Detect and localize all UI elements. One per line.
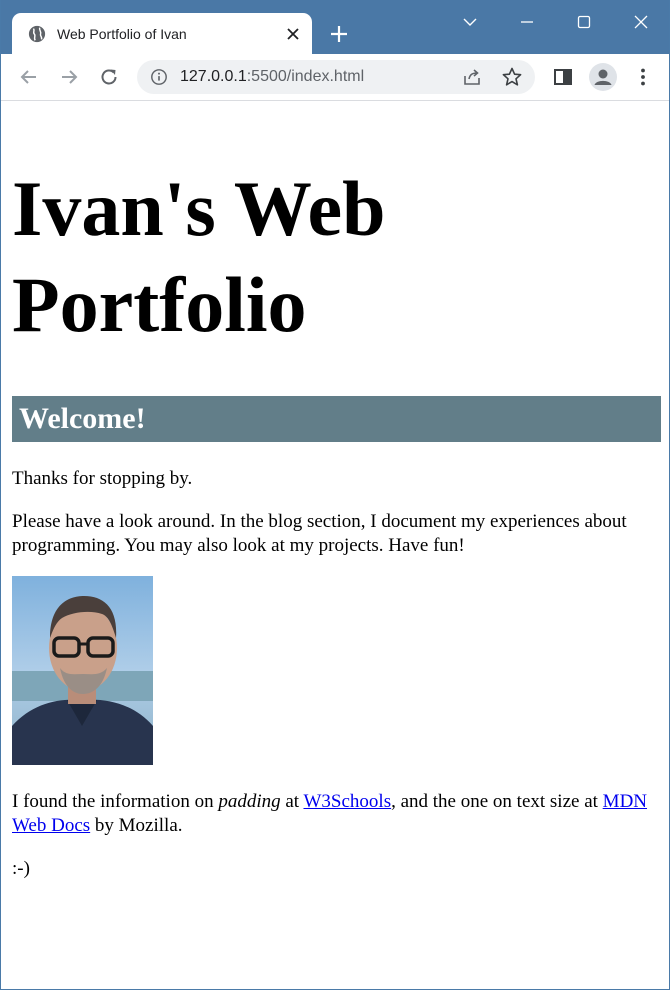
more-menu-icon[interactable]	[631, 65, 655, 89]
w3schools-link[interactable]: W3Schools	[303, 791, 391, 812]
address-bar[interactable]: 127.0.0.1:5500/index.html	[137, 60, 535, 94]
welcome-heading: Welcome!	[12, 396, 661, 442]
share-icon[interactable]	[461, 66, 483, 88]
sources-text-b: at	[280, 791, 304, 812]
url-path: :5500/index.html	[246, 68, 365, 85]
smiley-paragraph: :-)	[12, 858, 30, 879]
page-title: Ivan's Web Portfolio	[12, 161, 652, 353]
sources-text-d: by Mozilla.	[90, 815, 183, 836]
side-panel-icon[interactable]	[551, 65, 575, 89]
close-tab-icon[interactable]	[286, 27, 300, 41]
page-title-line2: Portfolio	[12, 261, 307, 348]
tab-active[interactable]: Web Portfolio of Ivan	[12, 13, 312, 54]
description-paragraph: Please have a look around. In the blog s…	[12, 511, 627, 556]
toolbar: 127.0.0.1:5500/index.html	[1, 54, 669, 101]
maximize-icon[interactable]	[572, 10, 596, 34]
intro-paragraph: Thanks for stopping by.	[12, 468, 193, 489]
person-icon	[594, 69, 612, 85]
url-host: 127.0.0.1	[180, 68, 247, 85]
close-window-icon[interactable]	[629, 10, 653, 34]
url-text[interactable]: 127.0.0.1:5500/index.html	[180, 68, 364, 86]
sources-text-a: I found the information on	[12, 791, 219, 812]
back-icon[interactable]	[17, 65, 41, 89]
tab-strip: Web Portfolio of Ivan	[1, 0, 669, 54]
sources-text-c: , and the one on text size at	[391, 791, 603, 812]
sources-paragraph: I found the information on padding at W3…	[12, 790, 664, 838]
minimize-icon[interactable]	[515, 10, 539, 34]
page-content: Ivan's Web Portfolio Welcome! Thanks for …	[1, 101, 669, 989]
page-title-line1: Ivan's Web	[12, 165, 386, 252]
globe-icon	[28, 25, 46, 42]
info-icon[interactable]	[150, 68, 168, 86]
star-icon[interactable]	[501, 66, 523, 88]
chevron-down-icon[interactable]	[458, 10, 482, 34]
profile-avatar[interactable]	[589, 63, 617, 91]
new-tab-icon[interactable]	[327, 22, 351, 46]
sources-emphasis: padding	[218, 791, 281, 812]
browser-window: Web Portfolio of Ivan 127.0.0.1:5500/ind…	[0, 0, 670, 990]
forward-icon[interactable]	[57, 65, 81, 89]
tab-title: Web Portfolio of Ivan	[57, 25, 187, 42]
profile-photo	[12, 576, 153, 765]
reload-icon[interactable]	[97, 65, 121, 89]
